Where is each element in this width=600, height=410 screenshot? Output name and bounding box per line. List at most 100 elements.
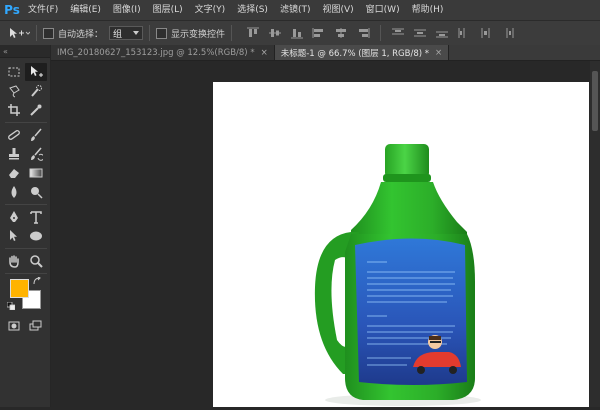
history-brush-icon (31, 147, 43, 161)
tools-panel: « (0, 45, 51, 407)
zoom-tool-button[interactable] (25, 252, 47, 270)
history-brush-tool-button[interactable] (25, 145, 47, 163)
panel-collapse-handle[interactable]: « (0, 45, 50, 58)
menu-file[interactable]: 文件(F) (22, 0, 64, 20)
ellipse-icon (30, 231, 42, 241)
divider (231, 25, 233, 41)
close-icon[interactable]: × (435, 48, 442, 58)
align-bottom-icon[interactable] (290, 27, 304, 39)
hand-tool-button[interactable] (3, 252, 25, 270)
eraser-icon (9, 169, 19, 178)
clone-stamp-tool-button[interactable] (3, 145, 25, 163)
gradient-icon (29, 168, 43, 178)
align-top-icon[interactable] (246, 27, 260, 39)
distribute-bottom-icon[interactable] (435, 27, 449, 39)
auto-select-dropdown[interactable]: 组 (109, 26, 144, 40)
swap-colors-icon[interactable] (33, 277, 42, 286)
eyedropper-tool-button[interactable] (25, 101, 47, 119)
brush-tool-button[interactable] (25, 126, 47, 144)
align-buttons (242, 25, 519, 41)
drop-icon (11, 186, 17, 198)
lasso-tool-button[interactable] (3, 82, 25, 100)
document-canvas[interactable] (213, 82, 589, 407)
workspace (51, 61, 600, 407)
quick-mask-button[interactable] (3, 317, 25, 335)
crop-icon (8, 104, 20, 116)
transform-controls-checkbox[interactable] (156, 27, 168, 39)
gradient-tool-button[interactable] (25, 164, 47, 182)
options-bar: 自动选择： 组 显示变换控件 (0, 20, 600, 46)
screen-mode-button[interactable] (25, 317, 47, 335)
marquee-tool-button[interactable] (3, 63, 25, 81)
distribute-top-icon[interactable] (391, 27, 405, 39)
detergent-bottle-image (314, 144, 481, 406)
marquee-icon (8, 67, 20, 77)
brush-icon (31, 128, 42, 141)
hand-icon (9, 255, 19, 268)
distribute-horizontal-center-icon[interactable] (479, 27, 493, 39)
divider (36, 25, 37, 41)
crop-tool-button[interactable] (3, 101, 25, 119)
blur-tool-button[interactable] (3, 183, 25, 201)
path-selection-tool-button[interactable] (3, 227, 25, 245)
menu-view[interactable]: 视图(V) (316, 0, 359, 20)
scrollbar-thumb[interactable] (592, 71, 598, 131)
path-selection-icon (10, 230, 17, 241)
auto-select-checkbox[interactable] (43, 27, 54, 39)
screen-mode-icon (29, 320, 42, 331)
chevron-down-icon (133, 31, 140, 35)
divider (5, 204, 47, 205)
menu-type[interactable]: 文字(Y) (189, 0, 232, 20)
quick-selection-icon (31, 85, 42, 97)
auto-select-value: 组 (113, 29, 123, 40)
menu-select[interactable]: 选择(S) (231, 0, 274, 20)
distribute-vertical-center-icon[interactable] (413, 27, 427, 39)
pen-icon (10, 211, 18, 222)
band-aid-icon (8, 130, 20, 140)
distribute-right-icon[interactable] (501, 27, 515, 39)
default-colors-icon[interactable] (7, 302, 15, 310)
stamp-icon (9, 148, 19, 160)
auto-select-label: 自动选择： (58, 29, 104, 40)
tool-preset-picker[interactable] (8, 27, 30, 39)
healing-brush-tool-button[interactable] (3, 126, 25, 144)
move-tool-icon (10, 28, 30, 38)
move-icon (31, 66, 43, 77)
transform-controls-label: 显示变换控件 (171, 29, 226, 40)
tab-untitled-1[interactable]: 未标题-1 @ 66.7% (图层 1, RGB/8) * × (274, 45, 450, 60)
divider (5, 122, 47, 123)
divider (5, 273, 47, 274)
vertical-scrollbar[interactable] (590, 61, 600, 407)
menu-layer[interactable]: 图层(L) (147, 0, 189, 20)
tab-img-20180627[interactable]: IMG_20180627_153123.jpg @ 12.5%(RGB/8) *… (51, 45, 275, 60)
shape-tool-button[interactable] (25, 227, 47, 245)
quick-selection-tool-button[interactable] (25, 82, 47, 100)
quick-mask-icon (8, 321, 20, 331)
tab-label: IMG_20180627_153123.jpg @ 12.5%(RGB/8) * (57, 47, 255, 58)
move-tool-button[interactable] (25, 63, 47, 81)
align-left-icon[interactable] (312, 27, 326, 39)
type-tool-button[interactable] (25, 208, 47, 226)
divider (5, 248, 47, 249)
tab-label: 未标题-1 @ 66.7% (图层 1, RGB/8) * (280, 48, 429, 59)
tool-grid (3, 63, 49, 336)
type-icon (30, 211, 42, 224)
pen-tool-button[interactable] (3, 208, 25, 226)
menu-window[interactable]: 窗口(W) (360, 0, 406, 20)
distribute-left-icon[interactable] (457, 27, 471, 39)
document-tabs: IMG_20180627_153123.jpg @ 12.5%(RGB/8) *… (51, 45, 600, 61)
menu-help[interactable]: 帮助(H) (406, 0, 450, 20)
dodge-tool-button[interactable] (25, 183, 47, 201)
lasso-icon (9, 85, 20, 98)
menu-edit[interactable]: 编辑(E) (64, 0, 107, 20)
menu-bar: Ps 文件(F) 编辑(E) 图像(I) 图层(L) 文字(Y) 选择(S) 滤… (0, 0, 600, 20)
eraser-tool-button[interactable] (3, 164, 25, 182)
align-horizontal-center-icon[interactable] (334, 27, 348, 39)
menu-filter[interactable]: 滤镜(T) (274, 0, 317, 20)
foreground-color-swatch[interactable] (10, 279, 29, 298)
align-right-icon[interactable] (356, 27, 370, 39)
eyedropper-icon (30, 104, 42, 116)
close-icon[interactable]: × (261, 48, 268, 58)
align-vertical-center-icon[interactable] (268, 27, 282, 39)
menu-image[interactable]: 图像(I) (107, 0, 147, 20)
